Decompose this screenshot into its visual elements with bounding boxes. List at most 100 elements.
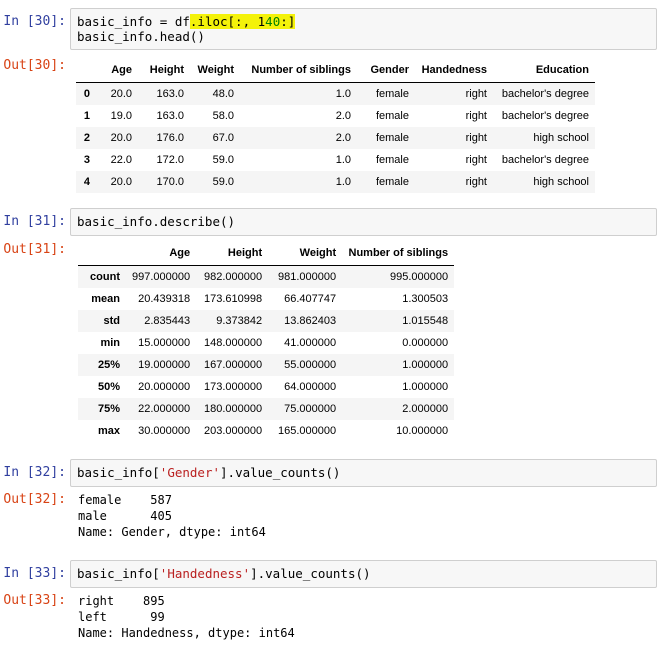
- table-cell: 180.000000: [204, 403, 263, 415]
- value-counts-output-gender: female 587 male 405 Name: Gender, dtype:…: [78, 493, 266, 539]
- table-cell: 59.0: [212, 176, 234, 188]
- code-cell-30[interactable]: basic_info = df.iloc[:, 140:] basic_info…: [70, 8, 657, 50]
- row-index: count: [90, 271, 120, 283]
- dataframe-head-output: Age Height Weight Number of siblings Gender H…: [76, 58, 595, 193]
- table-cell: 15.000000: [138, 337, 191, 349]
- row-index: 2: [83, 132, 90, 144]
- index-header: [76, 58, 96, 83]
- table-cell: 982.000000: [204, 271, 263, 283]
- row-index: 4: [83, 176, 90, 188]
- out-prompt-30: Out[30]:: [3, 58, 66, 73]
- column-header: Weight: [268, 241, 343, 266]
- table-cell: 170.0: [156, 176, 184, 188]
- column-header: Age: [96, 58, 138, 83]
- code-cell-33[interactable]: basic_info['Handedness'].value_counts(): [70, 560, 657, 588]
- code-highlight: .iloc[:, 140:]: [189, 14, 296, 29]
- code-cell-31[interactable]: basic_info.describe(): [70, 208, 657, 236]
- code-number: 4: [265, 14, 273, 29]
- table-cell: 2.0: [335, 132, 351, 144]
- row-index: 25%: [97, 359, 120, 371]
- row-index: 1: [83, 110, 90, 122]
- column-header: Gender: [357, 58, 415, 83]
- table-cell: 997.000000: [132, 271, 191, 283]
- code-cell-32[interactable]: basic_info['Gender'].value_counts(): [70, 459, 657, 487]
- column-header: Handedness: [415, 58, 493, 83]
- table-row: 1 19.0 163.0 58.0 2.0 female right bachelor's d…: [76, 105, 595, 127]
- out-prompt-33: Out[33]:: [3, 593, 66, 608]
- table-cell: 1.015548: [402, 315, 449, 327]
- table-row: 25% 19.000000 167.000000 55.000000 1.000000: [78, 354, 455, 376]
- table-cell: bachelor's degree: [501, 110, 589, 122]
- table-cell: high school: [533, 176, 589, 188]
- index-header: [78, 241, 126, 266]
- row-index: mean: [91, 293, 120, 305]
- table-cell: 20.0: [110, 132, 132, 144]
- table-cell: right: [465, 176, 487, 188]
- table-cell: 173.000000: [204, 381, 263, 393]
- table-cell: 2.000000: [402, 403, 449, 415]
- table-row: 0 20.0 163.0 48.0 1.0 female right bachelor's d…: [76, 82, 595, 105]
- column-header: Weight: [190, 58, 240, 83]
- table-row: mean 20.439318 173.610998 66.407747 1.300503: [78, 288, 454, 310]
- table-cell: right: [465, 132, 487, 144]
- table-cell: 9.373842: [216, 315, 263, 327]
- row-index: 50%: [97, 381, 120, 393]
- table-cell: 66.407747: [284, 293, 337, 305]
- table-cell: 163.0: [156, 110, 184, 122]
- code-text: ].value_counts(): [220, 465, 341, 480]
- table-row: 2 20.0 176.0 67.0 2.0 female right high school: [76, 127, 595, 149]
- table-cell: 167.000000: [204, 359, 263, 371]
- table-row: 75% 22.000000 180.000000 75.000000 2.000000: [78, 398, 455, 420]
- code-line-2: basic_info.head(): [77, 29, 205, 44]
- out-prompt-32: Out[32]:: [3, 492, 66, 507]
- table-row: std 2.835443 9.373842 13.862403 1.015548: [78, 310, 455, 332]
- table-cell: 173.610998: [204, 293, 263, 305]
- code-text: :]: [280, 14, 296, 29]
- table-cell: 48.0: [212, 88, 234, 100]
- table-cell: 1.000000: [402, 381, 449, 393]
- code-text: basic_info.describe(): [77, 214, 236, 229]
- row-index: max: [97, 425, 120, 437]
- table-cell: 1.0: [335, 88, 351, 100]
- table-cell: 10.000000: [396, 425, 449, 437]
- table-cell: 55.000000: [284, 359, 337, 371]
- in-prompt-33: In [33]:: [3, 566, 66, 581]
- table-row: count 997.000000 982.000000 981.000000 995.0…: [78, 265, 455, 288]
- table-cell: 22.0: [110, 154, 132, 166]
- table-cell: right: [465, 88, 487, 100]
- table-cell: female: [375, 88, 409, 100]
- in-prompt-30: In [30]:: [3, 14, 66, 29]
- column-header: Height: [196, 241, 269, 266]
- table-cell: 163.0: [156, 88, 184, 100]
- row-index: std: [103, 315, 121, 327]
- column-header: Education: [493, 58, 595, 83]
- code-text: basic_info = df: [77, 14, 190, 29]
- table-cell: right: [465, 110, 487, 122]
- table-cell: 30.000000: [138, 425, 191, 437]
- table-cell: 0.000000: [402, 337, 449, 349]
- table-cell: female: [375, 132, 409, 144]
- table-cell: 75.000000: [284, 403, 337, 415]
- code-string: 'Handedness': [159, 566, 251, 581]
- table-cell: high school: [533, 132, 589, 144]
- table-cell: 1.0: [335, 176, 351, 188]
- table-header-row: Age Height Weight Number of siblings: [78, 241, 455, 266]
- table-cell: female: [375, 110, 409, 122]
- column-header: Number of siblings: [240, 58, 357, 83]
- table-cell: 19.000000: [138, 359, 191, 371]
- table-cell: 19.0: [110, 110, 132, 122]
- row-index: 0: [83, 88, 90, 100]
- value-counts-output-handedness: right 895 left 99 Name: Handedness, dtyp…: [78, 594, 295, 640]
- table-cell: 20.0: [110, 176, 132, 188]
- table-cell: 20.000000: [138, 381, 191, 393]
- table-cell: 22.000000: [138, 403, 191, 415]
- row-index: 3: [83, 154, 90, 166]
- code-text: basic_info[: [77, 566, 160, 581]
- table-row: max 30.000000 203.000000 165.000000 10.00000…: [78, 420, 454, 442]
- table-cell: 148.000000: [204, 337, 263, 349]
- column-header: Height: [138, 58, 190, 83]
- in-prompt-31: In [31]:: [3, 214, 66, 229]
- column-header: Number of siblings: [342, 241, 455, 266]
- table-cell: 1.0: [335, 154, 351, 166]
- table-cell: 20.439318: [138, 293, 191, 305]
